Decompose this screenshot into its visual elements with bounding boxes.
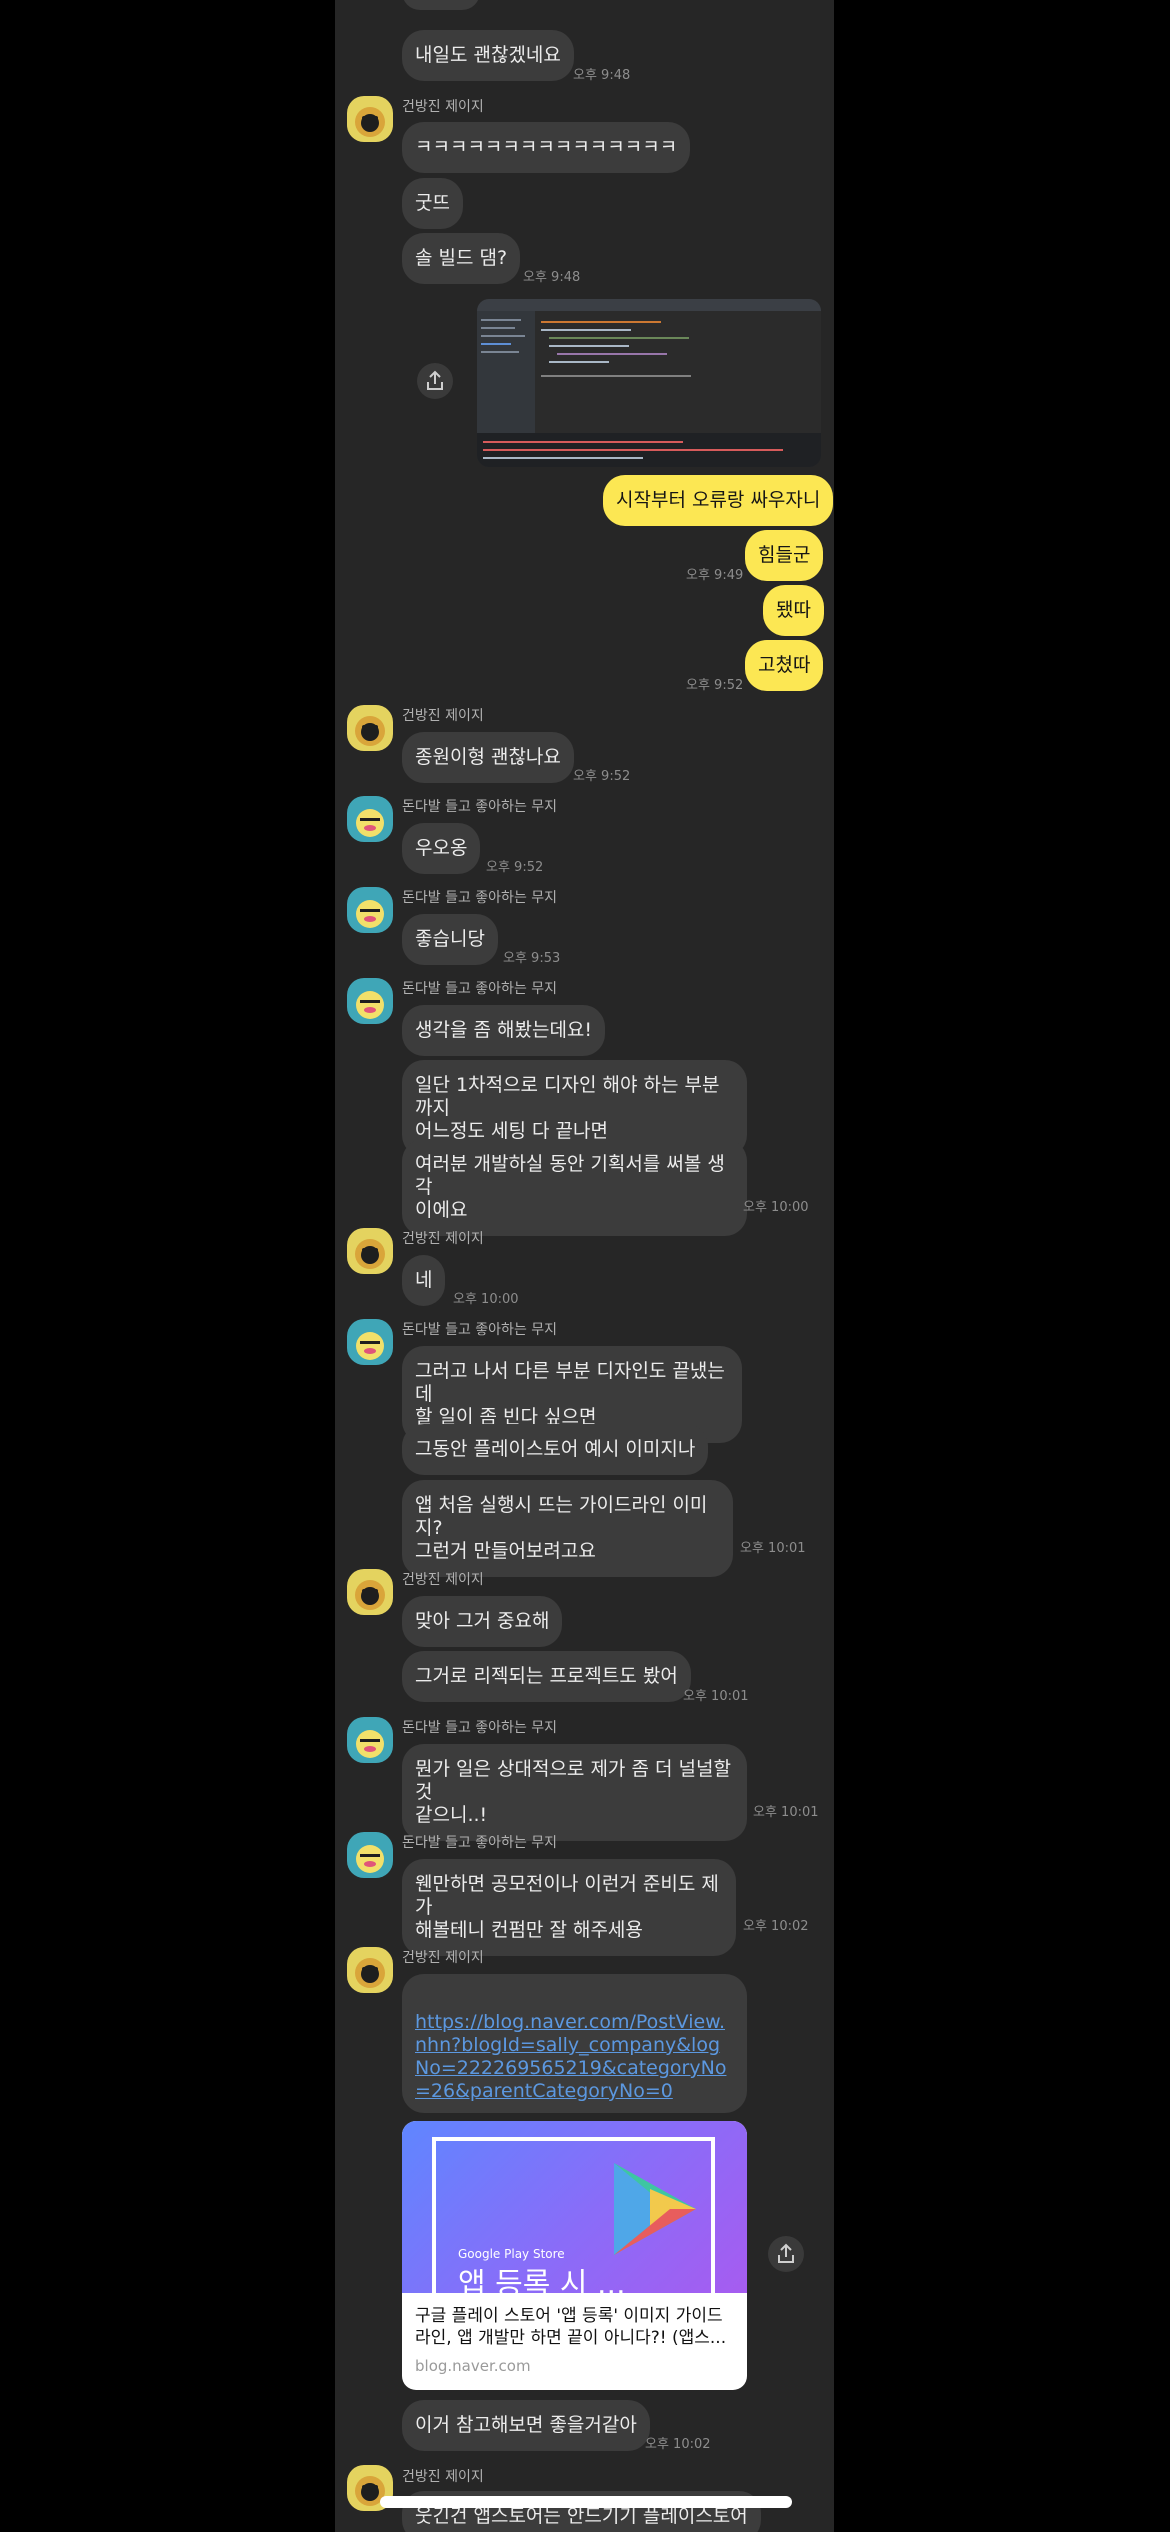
message-time: 오후 10:02: [743, 1919, 809, 1934]
sender-name: 돈다발 들고 좋아하는 무지: [402, 1720, 558, 1736]
sender-name: 건방진 제이지: [402, 1572, 484, 1588]
message-bubble[interactable]: 아하하: [402, 0, 481, 10]
message-bubble[interactable]: 네: [402, 1255, 446, 1306]
message-bubble[interactable]: 솔 빌드 댐?: [402, 233, 521, 284]
link-preview-title: 구글 플레이 스토어 '앱 등록' 이미지 가이드라인, 앱 개발만 하면 끝이…: [415, 2306, 727, 2348]
message-bubble[interactable]: 종원이형 괜찮나요: [402, 732, 574, 783]
profile-avatar[interactable]: [347, 1319, 393, 1365]
message-bubble[interactable]: 생각을 좀 해봤는데요!: [402, 1005, 606, 1056]
share-icon: [778, 2243, 794, 2263]
sender-name: 돈다발 들고 좋아하는 무지: [402, 1835, 558, 1851]
message-bubble[interactable]: 이거 참고해보면 좋을거같아: [402, 2400, 650, 2451]
share-button[interactable]: [417, 363, 453, 399]
link-message-bubble[interactable]: https://blog.naver.com/PostView.nhn?blog…: [402, 1974, 747, 2113]
sender-name: 건방진 제이지: [402, 1950, 484, 1966]
message-bubble-mine[interactable]: 됐따: [763, 585, 824, 636]
message-time: 오후 10:00: [743, 1200, 809, 1215]
message-bubble-mine[interactable]: 고쳤따: [745, 640, 824, 691]
profile-avatar[interactable]: [347, 1228, 393, 1274]
message-time: 오후 10:02: [645, 2437, 711, 2452]
message-bubble[interactable]: 맞아 그거 중요해: [402, 1596, 563, 1647]
message-bubble-mine[interactable]: 시작부터 오류랑 싸우자니: [603, 475, 834, 526]
link-preview-image: Google Play Store 앱 등록 시 ...: [402, 2121, 747, 2302]
sender-name: 건방진 제이지: [402, 708, 484, 724]
muzi-avatar-icon: [356, 991, 384, 1019]
message-link[interactable]: https://blog.naver.com/PostView.nhn?blog…: [415, 2011, 726, 2102]
profile-avatar[interactable]: [347, 96, 393, 142]
message-bubble[interactable]: ㅋㅋㅋㅋㅋㅋㅋㅋㅋㅋㅋㅋㅋㅋㅋ: [402, 122, 691, 173]
message-time: 오후 9:48: [573, 68, 631, 83]
message-time: 오후 9:52: [686, 678, 744, 693]
chat-room[interactable]: 아하하 내일도 괜찮겠네요 오후 9:48 건방진 제이지 ㅋㅋㅋㅋㅋㅋㅋㅋㅋㅋ…: [335, 0, 834, 2532]
home-indicator[interactable]: [380, 2496, 792, 2508]
message-time: 오후 9:49: [686, 568, 744, 583]
message-time: 오후 10:00: [453, 1292, 519, 1307]
muzi-avatar-icon: [356, 1730, 384, 1758]
profile-avatar[interactable]: [347, 978, 393, 1024]
message-bubble[interactable]: 여러분 개발하실 동안 기획서를 써볼 생각 이에요: [402, 1139, 747, 1236]
sender-name: 돈다발 들고 좋아하는 무지: [402, 799, 558, 815]
message-time: 오후 10:01: [753, 1805, 819, 1820]
muzi-avatar-icon: [356, 1845, 384, 1873]
link-preview-domain: blog.naver.com: [415, 2357, 531, 2375]
message-time: 오후 10:01: [740, 1541, 806, 1556]
share-button[interactable]: [768, 2236, 804, 2272]
profile-avatar[interactable]: [347, 1947, 393, 1993]
message-bubble[interactable]: 뭔가 일은 상대적으로 제가 좀 더 널널할것 같으니..!: [402, 1744, 747, 1841]
message-time: 오후 9:52: [486, 860, 544, 875]
muzi-avatar-icon: [356, 900, 384, 928]
sender-name: 돈다발 들고 좋아하는 무지: [402, 1322, 558, 1338]
link-preview-card[interactable]: Google Play Store 앱 등록 시 ... 구글 플레이 스토어 …: [402, 2121, 747, 2390]
profile-avatar[interactable]: [347, 1569, 393, 1615]
message-bubble[interactable]: 앱 처음 실행시 뜨는 가이드라인 이미지? 그런거 만들어보려고요: [402, 1480, 733, 1577]
profile-avatar[interactable]: [347, 796, 393, 842]
message-bubble[interactable]: 내일도 괜찮겠네요: [402, 30, 574, 81]
sender-name: 건방진 제이지: [402, 2469, 484, 2485]
sender-name: 건방진 제이지: [402, 1231, 484, 1247]
message-time: 오후 9:53: [503, 951, 561, 966]
message-bubble[interactable]: 그거로 리젝되는 프로젝트도 봤어: [402, 1651, 691, 1702]
sender-name: 돈다발 들고 좋아하는 무지: [402, 981, 558, 997]
message-bubble-mine[interactable]: 힘들군: [745, 530, 824, 581]
ryan-avatar-icon: [355, 716, 385, 746]
play-store-logo-icon: [614, 2163, 696, 2255]
message-bubble[interactable]: 우오옹: [402, 823, 481, 874]
message-bubble[interactable]: 좋습니당: [402, 914, 498, 965]
message-bubble[interactable]: 굿뜨: [402, 178, 463, 229]
message-time: 오후 9:52: [573, 769, 631, 784]
ide-screenshot-image: [477, 299, 821, 467]
sender-name: 돈다발 들고 좋아하는 무지: [402, 890, 558, 906]
profile-avatar[interactable]: [347, 1832, 393, 1878]
share-icon: [427, 370, 443, 390]
preview-image-text: 앱 등록 시 ...: [458, 2267, 626, 2302]
profile-avatar[interactable]: [347, 705, 393, 751]
ryan-avatar-icon: [355, 107, 385, 137]
profile-avatar[interactable]: [347, 887, 393, 933]
message-time: 오후 10:01: [683, 1689, 749, 1704]
muzi-avatar-icon: [356, 809, 384, 837]
message-bubble[interactable]: 웬만하면 공모전이나 이런거 준비도 제가 해볼테니 컨펌만 잘 해주세용: [402, 1859, 736, 1956]
image-message[interactable]: [477, 299, 821, 467]
ryan-avatar-icon: [355, 1580, 385, 1610]
ryan-avatar-icon: [355, 1958, 385, 1988]
muzi-avatar-icon: [356, 1332, 384, 1360]
ryan-avatar-icon: [355, 1239, 385, 1269]
profile-avatar[interactable]: [347, 1717, 393, 1763]
message-time: 오후 9:48: [523, 270, 581, 285]
sender-name: 건방진 제이지: [402, 99, 484, 115]
message-bubble[interactable]: 그동안 플레이스토어 예시 이미지나: [402, 1424, 709, 1475]
